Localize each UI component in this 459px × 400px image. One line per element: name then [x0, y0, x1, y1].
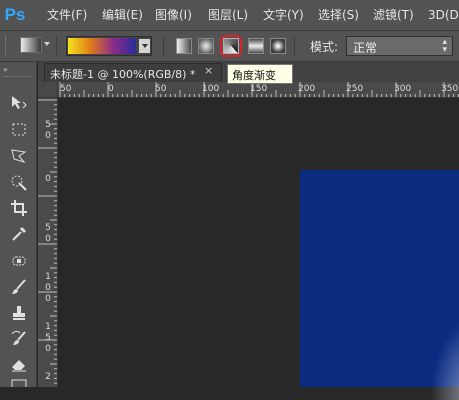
ruler-label: 5: [45, 120, 51, 130]
crop-icon: [11, 200, 27, 216]
ruler-label: 350: [441, 84, 459, 94]
eyedropper-tool[interactable]: [10, 225, 28, 243]
ruler-label: 300: [394, 84, 412, 94]
eyedropper-icon: [12, 227, 26, 241]
divider: [294, 36, 295, 56]
close-icon[interactable]: ×: [204, 64, 213, 77]
bandage-icon: [12, 256, 26, 266]
ruler-label: 250: [346, 84, 364, 94]
mode-select[interactable]: 正常 ▴ ▾: [346, 36, 453, 56]
radial-gradient-button[interactable]: [198, 38, 214, 54]
polygonal-lasso-icon: [11, 149, 27, 163]
ruler-label: 50: [60, 84, 72, 94]
quick-selection-icon: [11, 175, 27, 191]
clone-stamp-tool[interactable]: [10, 304, 28, 322]
ruler-origin[interactable]: [38, 82, 58, 98]
eraser-tool[interactable]: [10, 355, 28, 373]
mode-select-value: 正常: [353, 41, 378, 55]
healing-brush-tool[interactable]: [10, 252, 28, 270]
ruler-label: 5: [45, 333, 51, 343]
gradient-icon: [11, 379, 27, 387]
document-tab-title: 未标题-1 @ 100%(RGB/8) *: [50, 68, 196, 81]
divider: [163, 36, 164, 56]
ruler-label: 0: [45, 174, 51, 184]
eraser-icon: [12, 360, 26, 372]
document-tab[interactable]: 未标题-1 @ 100%(RGB/8) *: [44, 63, 222, 82]
collapse-panel-icon[interactable]: »: [3, 65, 8, 74]
ruler-label: 100: [202, 84, 220, 94]
chevron-updown-icon: ▴ ▾: [442, 37, 447, 55]
menu-file[interactable]: 文件(F): [47, 0, 87, 30]
rectangular-marquee-icon: [12, 123, 26, 136]
divider: [56, 36, 57, 56]
menu-edit[interactable]: 编辑(E): [102, 0, 143, 30]
gradient-swatch[interactable]: [68, 38, 136, 54]
marquee-tool[interactable]: [10, 121, 28, 139]
ruler-label: 1: [45, 322, 51, 332]
document-canvas[interactable]: [300, 170, 459, 400]
photoshop-logo: Ps: [4, 5, 26, 24]
brush-icon: [12, 279, 26, 294]
ruler-label: 2: [45, 372, 51, 382]
history-brush-tool[interactable]: [10, 330, 28, 348]
tooltip-text: 角度渐变: [232, 69, 276, 82]
menu-type[interactable]: 文字(Y): [263, 0, 304, 30]
quick-selection-tool[interactable]: [10, 174, 28, 192]
menu-bar: Ps 文件(F) 编辑(E) 图像(I) 图层(L) 文字(Y) 选择(S) 滤…: [0, 0, 459, 30]
lasso-tool[interactable]: [10, 147, 28, 165]
move-tool[interactable]: [10, 94, 28, 112]
menu-filter[interactable]: 滤镜(T): [373, 0, 414, 30]
reflected-gradient-button[interactable]: [248, 38, 264, 54]
ruler-label: 0: [45, 294, 51, 304]
mode-label: 模式:: [310, 40, 339, 54]
ruler-label: 50: [155, 84, 167, 94]
gradient-edge-glow: [430, 320, 459, 400]
chevron-down-icon: [142, 44, 148, 48]
angle-gradient-button[interactable]: [223, 38, 239, 54]
menu-image[interactable]: 图像(I): [155, 0, 192, 30]
gradient-tool-preset-icon[interactable]: [20, 37, 42, 53]
ruler-label: 0: [45, 131, 51, 141]
menu-layer[interactable]: 图层(L): [208, 0, 248, 30]
linear-gradient-button[interactable]: [176, 38, 192, 54]
ruler-label: 0: [45, 344, 51, 354]
ruler-label: 5: [45, 223, 51, 233]
tooltip: 角度渐变: [227, 64, 293, 84]
ruler-label: 0: [108, 84, 114, 94]
tools-grip[interactable]: [4, 76, 32, 78]
ruler-label: 0: [45, 283, 51, 293]
history-brush-icon: [11, 330, 26, 345]
ruler-label: 200: [298, 84, 316, 94]
ruler-label: 150: [250, 84, 268, 94]
gradient-picker[interactable]: [66, 36, 152, 56]
menu-3d[interactable]: 3D(D): [428, 0, 459, 30]
ruler-label: 1: [45, 272, 51, 282]
diamond-gradient-button[interactable]: [270, 38, 286, 54]
ruler-label: 0: [45, 234, 51, 244]
options-grip[interactable]: [5, 36, 8, 56]
menu-select[interactable]: 选择(S): [318, 0, 359, 30]
stamp-icon: [13, 306, 25, 320]
gradient-tool[interactable]: [10, 378, 28, 387]
chevron-down-icon[interactable]: [44, 42, 50, 46]
move-icon: [12, 96, 27, 109]
brush-tool[interactable]: [10, 278, 28, 296]
gradient-dropdown-button[interactable]: [139, 39, 150, 53]
crop-tool[interactable]: [10, 199, 28, 217]
